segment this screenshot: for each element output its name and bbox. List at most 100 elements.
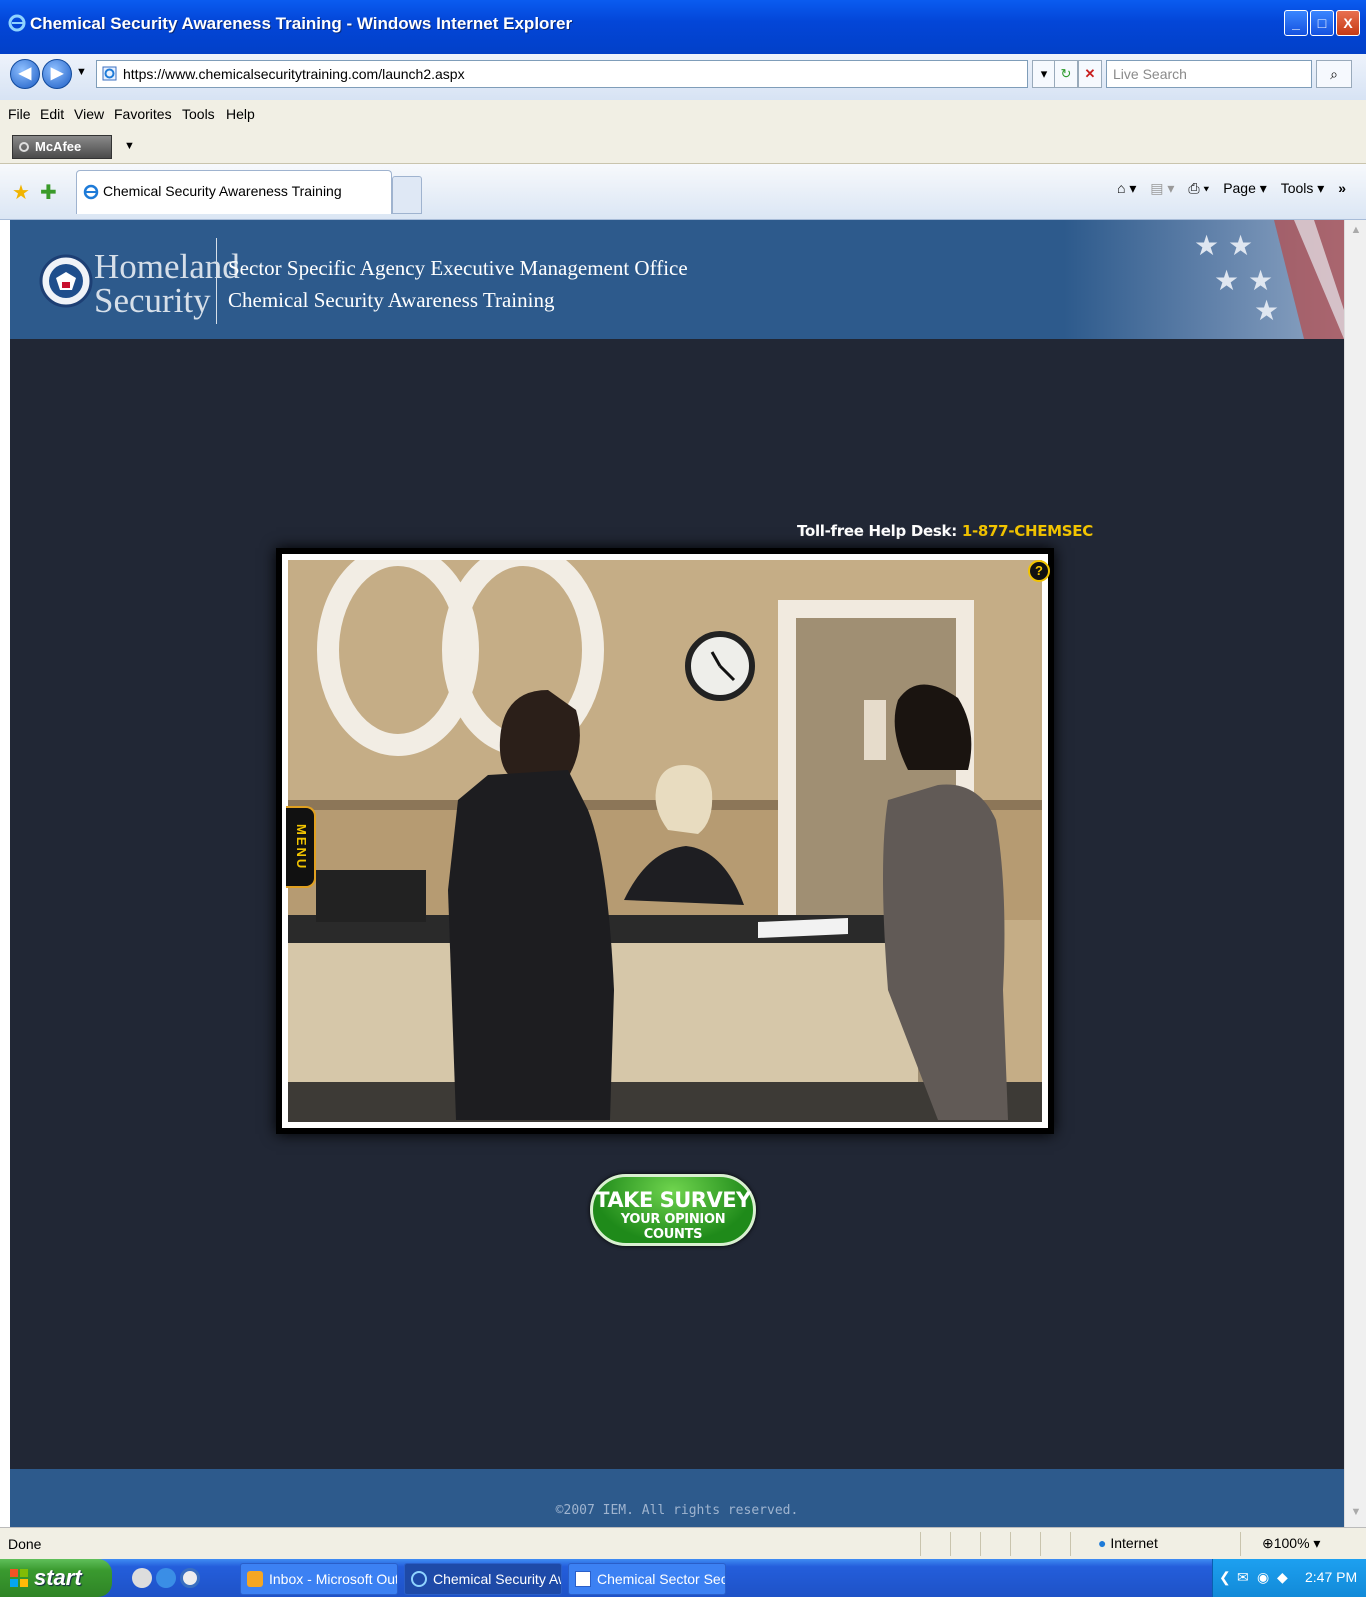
favorites-center-icon[interactable]: ★ [12,180,30,205]
internet-explorer-icon [8,14,26,32]
windows-logo-icon [10,1569,28,1587]
logo-security: Security [94,281,211,320]
header-training-title: Chemical Security Awareness Training [228,288,555,312]
outlook-icon [247,1571,263,1587]
stop-icon[interactable]: ✕ [1078,60,1102,88]
dhs-header: Homeland Security Sector Specific Agency… [10,220,1344,339]
task-chemical-sector-word[interactable]: Chemical Sector Secu... [568,1563,726,1595]
menu-help[interactable]: Help [226,106,255,122]
windows-taskbar: start Inbox - Microsoft Out... Chemical … [0,1559,1366,1597]
internet-explorer-icon [411,1571,427,1587]
tray-expand-icon[interactable]: ❮ [1219,1569,1231,1586]
mail-icon[interactable]: ✉ [1237,1569,1249,1586]
task-label: Chemical Sector Secu... [597,1571,726,1587]
scroll-down-icon[interactable]: ▼ [1347,1506,1365,1524]
status-separator [1240,1532,1241,1556]
home-icon[interactable]: ⌂ ▾ [1117,180,1136,196]
copyright-text: ©2007 IEM. All rights reserved. [555,1503,799,1518]
forward-button[interactable]: ▶ [42,59,72,89]
minimize-button[interactable]: _ [1284,10,1308,36]
task-label: Chemical Security Aw... [433,1571,561,1587]
page-footer [10,1469,1344,1527]
globe-icon: ● [1098,1535,1107,1551]
security-zone-label: Internet [1110,1535,1158,1551]
address-url: https://www.chemicalsecuritytraining.com… [123,66,465,82]
svg-text:★ ★: ★ ★ [1214,264,1273,297]
quicklaunch-desktop-icon[interactable] [132,1568,152,1588]
survey-subtitle: YOUR OPINION COUNTS [620,1212,726,1242]
task-chemical-security-ie[interactable]: Chemical Security Aw... [404,1563,562,1595]
dhs-seal-icon [39,254,93,308]
start-button[interactable]: start [0,1559,112,1597]
help-question-icon[interactable]: ? [1028,560,1050,582]
menu-file[interactable]: File [8,106,31,122]
status-separator [1010,1532,1011,1556]
header-divider [216,238,217,324]
internet-explorer-icon [83,184,99,200]
player-menu-button[interactable]: MENU [286,806,316,888]
task-label: Inbox - Microsoft Out... [269,1571,398,1587]
survey-title: TAKE SURVEY [595,1188,751,1212]
tab-title: Chemical Security Awareness Training [103,183,342,199]
search-icon[interactable]: ⌕ [1316,60,1352,88]
zoom-level-value: 100% [1273,1535,1310,1551]
menu-bar: File Edit View Favorites Tools Help [0,100,1366,130]
feeds-icon[interactable]: ▤ ▾ [1150,180,1174,196]
window-titlebar: Chemical Security Awareness Training - W… [0,0,1366,54]
new-tab-button[interactable] [392,176,422,214]
tab-chemical-security[interactable]: Chemical Security Awareness Training [76,170,392,214]
search-input[interactable]: Live Search [1106,60,1312,88]
close-button[interactable]: X [1336,10,1360,36]
svg-text:★ ★: ★ ★ [1194,229,1253,262]
command-bar: ⌂ ▾ ▤ ▾ ⎙ ▾ Page ▾ Tools ▾ » [1107,180,1346,197]
take-survey-button[interactable]: TAKE SURVEY YOUR OPINION COUNTS [590,1174,756,1246]
status-bar: Done ● Internet ⊕100% ▾ [0,1527,1366,1559]
mcafee-tray-icon[interactable]: ◉ [1257,1569,1269,1586]
mcafee-toolbar: McAfee ▼ [0,130,1366,164]
menu-favorites[interactable]: Favorites [114,106,172,122]
recent-pages-dropdown-icon[interactable]: ▼ [76,66,87,78]
quicklaunch-ie-icon[interactable] [156,1568,176,1588]
restore-button[interactable]: □ [1310,10,1334,36]
helpdesk-line: Toll-free Help Desk: 1-877-CHEMSEC [797,522,1093,540]
status-separator [920,1532,921,1556]
tab-bar: ★ ✚ Chemical Security Awareness Training… [0,164,1366,220]
training-player [276,548,1054,1134]
mcafee-dropdown-icon[interactable]: ▼ [124,140,135,152]
zoom-icon: ⊕ [1262,1535,1274,1551]
start-label: start [34,1565,82,1590]
print-icon[interactable]: ⎙ ▾ [1188,180,1209,196]
menu-edit[interactable]: Edit [40,106,64,122]
security-zone: ● Internet [1098,1535,1158,1551]
status-text: Done [8,1536,42,1552]
menu-tools[interactable]: Tools [182,106,215,122]
training-video-frame[interactable] [288,560,1042,1122]
status-separator [950,1532,951,1556]
system-tray: ❮ ✉ ◉ ◆ 2:47 PM [1212,1559,1366,1597]
page-icon [102,66,117,81]
vertical-scrollbar[interactable]: ▲ ▼ [1344,220,1366,1527]
back-button[interactable]: ◀ [10,59,40,89]
mcafee-label: McAfee [35,139,82,154]
svg-text:★: ★ [1254,294,1279,327]
scroll-up-icon[interactable]: ▲ [1347,224,1365,242]
add-favorite-icon[interactable]: ✚ [40,180,57,205]
word-document-icon [575,1571,591,1587]
address-dropdown-icon[interactable]: ▾ [1032,60,1056,88]
helpdesk-phone: 1-877-CHEMSEC [961,522,1093,540]
address-input[interactable]: https://www.chemicalsecuritytraining.com… [96,60,1028,88]
address-toolbar: ◀ ▶ ▼ https://www.chemicalsecuritytraini… [0,54,1366,100]
chevron-more-icon[interactable]: » [1338,180,1346,196]
network-icon[interactable]: ◆ [1277,1569,1288,1586]
zoom-level[interactable]: ⊕100% ▾ [1262,1535,1320,1552]
helpdesk-label: Toll-free Help Desk: [797,522,957,540]
status-separator [980,1532,981,1556]
task-inbox-outlook[interactable]: Inbox - Microsoft Out... [240,1563,398,1595]
refresh-icon[interactable]: ↻ [1054,60,1078,88]
page-menu[interactable]: Page ▾ [1223,180,1267,196]
menu-view[interactable]: View [74,106,104,122]
quicklaunch-media-icon[interactable] [180,1568,200,1588]
mcafee-button[interactable]: McAfee [12,135,112,159]
tools-menu[interactable]: Tools ▾ [1281,180,1325,196]
header-office-title: Sector Specific Agency Executive Managem… [228,256,688,280]
